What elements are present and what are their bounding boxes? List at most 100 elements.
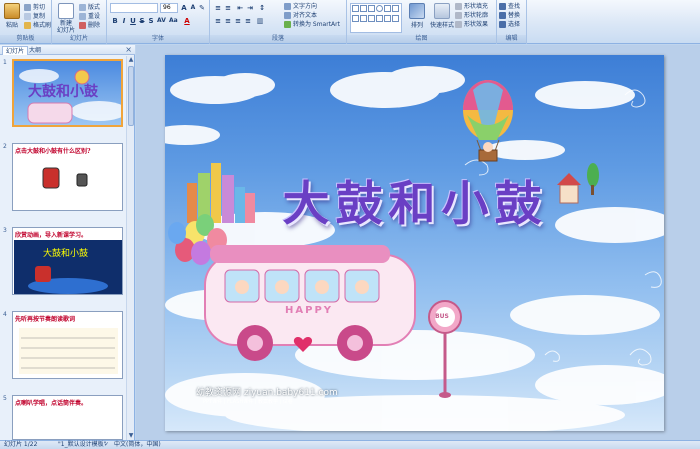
- arrow-shape-icon[interactable]: [368, 5, 375, 12]
- thumbnail-title: 欣赏动画，导入新课学习。: [15, 232, 88, 239]
- scroll-thumb[interactable]: [128, 66, 134, 126]
- clear-format-button[interactable]: ✎: [198, 4, 206, 12]
- underline-button[interactable]: U: [129, 17, 137, 25]
- columns-button[interactable]: ▥: [256, 17, 264, 25]
- slide-number: 1: [3, 59, 7, 66]
- brush-icon: [24, 22, 31, 29]
- format-painter-button[interactable]: 格式刷: [24, 21, 51, 30]
- slides-group-label: 幻灯片: [52, 35, 106, 43]
- close-icon[interactable]: ×: [125, 45, 132, 55]
- thumbnail-title: 大鼓和小鼓: [28, 84, 98, 100]
- slide-thumbnail[interactable]: 1 大鼓和小鼓: [1, 59, 127, 131]
- replace-button[interactable]: 替换: [499, 11, 520, 20]
- text-direction-button[interactable]: 文字方向: [284, 2, 317, 11]
- spacing-button[interactable]: AV: [157, 17, 166, 25]
- strikethrough-button[interactable]: S: [138, 17, 146, 25]
- decrease-indent-button[interactable]: ⇤: [236, 4, 244, 12]
- arrange-button[interactable]: 排列: [407, 3, 427, 29]
- shadow-button[interactable]: S: [147, 17, 155, 25]
- paste-button[interactable]: 粘贴: [2, 3, 22, 29]
- reset-icon: [79, 13, 86, 20]
- block-arrow-shape-icon[interactable]: [392, 15, 399, 22]
- watermark-subtext: PPT课件 | FLASH课件 | 教案教学 | 试卷: [203, 399, 293, 405]
- slide-editor: 大鼓和小鼓 HAPPY BUS 幼教资源网 ziyuan.baby611.com…: [136, 45, 700, 440]
- tab-slides[interactable]: 幻灯片: [2, 46, 29, 55]
- font-color-button[interactable]: A: [183, 17, 191, 25]
- status-bar: 幻灯片 1/22 "1_默认设计模板" ✓ 中文(简体，中国): [0, 440, 700, 449]
- binoculars-icon: [499, 3, 506, 10]
- paragraph-group: ≡ ≡ ⇤ ⇥ ↕ ≡ ≡ ≡ ≡ ▥ 文字方向 对齐文本 转换为 SmartA…: [210, 0, 347, 44]
- copy-button[interactable]: 复制: [24, 12, 45, 21]
- ribbon: 粘贴 剪切 复制 格式刷 剪贴板 新建 幻灯片 版式 重设 删除 幻灯片 96 …: [0, 0, 700, 44]
- textbox-shape-icon[interactable]: [368, 15, 375, 22]
- slide-title[interactable]: 大鼓和小鼓: [235, 165, 595, 234]
- increase-indent-button[interactable]: ⇥: [246, 4, 254, 12]
- paint-bucket-icon: [455, 3, 462, 10]
- star-shape-icon[interactable]: [392, 5, 399, 12]
- layout-button[interactable]: 版式: [79, 3, 100, 12]
- callout-shape-icon[interactable]: [352, 15, 359, 22]
- slide-thumbnail[interactable]: 2 点击大鼓和小鼓有什么区别?: [1, 143, 127, 215]
- smartart-button[interactable]: 转换为 SmartArt: [284, 20, 340, 29]
- font-group-label: 字体: [107, 35, 209, 43]
- bold-button[interactable]: B: [111, 17, 119, 25]
- oval-shape-icon[interactable]: [376, 5, 383, 12]
- font-group: 96 A A ✎ B I U S S AV Aa A 字体: [107, 0, 210, 44]
- bullets-button[interactable]: ≡: [214, 4, 222, 12]
- font-size-input[interactable]: 96: [160, 3, 178, 13]
- triangle-shape-icon[interactable]: [384, 5, 391, 12]
- editing-group-label: 编辑: [497, 35, 526, 43]
- slide-number: 2: [3, 143, 7, 150]
- reset-button[interactable]: 重设: [79, 12, 100, 21]
- replace-icon: [499, 12, 506, 19]
- numbering-button[interactable]: ≡: [224, 4, 232, 12]
- shape-outline-button[interactable]: 形状轮廓: [455, 11, 488, 20]
- panel-scrollbar[interactable]: ▲ ▼: [126, 56, 134, 440]
- text-direction-icon: [284, 3, 291, 10]
- line-spacing-button[interactable]: ↕: [258, 4, 266, 12]
- cloud-shape-icon[interactable]: [384, 15, 391, 22]
- new-slide-button[interactable]: 新建 幻灯片: [55, 3, 77, 34]
- scroll-down-icon[interactable]: ▼: [127, 432, 135, 440]
- justify-button[interactable]: ≡: [244, 17, 252, 25]
- align-text-button[interactable]: 对齐文本: [284, 11, 317, 20]
- quick-styles-button[interactable]: 快速样式: [429, 3, 455, 29]
- tab-outline[interactable]: 大纲: [26, 46, 44, 55]
- slide-thumbnail[interactable]: 4 先听再按节奏朗读歌词: [1, 311, 127, 383]
- shapes-gallery[interactable]: [350, 3, 402, 33]
- change-case-button[interactable]: Aa: [169, 17, 178, 25]
- bus-stop-label: BUS: [435, 313, 449, 320]
- theme-name: "1_默认设计模板": [58, 441, 107, 448]
- find-button[interactable]: 查找: [499, 2, 520, 11]
- quick-styles-icon: [434, 3, 450, 19]
- drawing-group-label: 绘图: [347, 35, 496, 43]
- align-center-button[interactable]: ≡: [224, 17, 232, 25]
- slide-thumbnail[interactable]: 3 欣赏动画，导入新课学习。 大鼓和小鼓: [1, 227, 127, 299]
- slide-canvas[interactable]: 大鼓和小鼓 HAPPY BUS 幼教资源网 ziyuan.baby611.com…: [165, 55, 664, 431]
- line-shape-icon[interactable]: [360, 5, 367, 12]
- delete-button[interactable]: 删除: [79, 21, 100, 30]
- heart-shape-icon[interactable]: [376, 15, 383, 22]
- shape-effects-button[interactable]: 形状效果: [455, 20, 488, 29]
- brace-shape-icon[interactable]: [360, 15, 367, 22]
- shrink-font-button[interactable]: A: [189, 4, 197, 12]
- delete-icon: [79, 22, 86, 29]
- language-indicator[interactable]: 中文(简体，中国): [114, 441, 161, 449]
- slide-count: 幻灯片 1/22: [4, 441, 38, 448]
- clipboard-group-label: 剪贴板: [0, 35, 51, 43]
- spell-check-icon[interactable]: ✓: [104, 441, 109, 449]
- thumbnail-title: 点击大鼓和小鼓有什么区别?: [15, 148, 91, 155]
- slides-panel: 幻灯片 大纲 × 1 大鼓和小鼓 2 点击大鼓和小鼓有什么区别? 3 欣赏动画，…: [0, 45, 135, 440]
- arrange-icon: [409, 3, 425, 19]
- grow-font-button[interactable]: A: [180, 4, 188, 12]
- slide-thumbnail[interactable]: 5 点喇叭学唱，点话筒伴奏。: [1, 395, 127, 440]
- scroll-up-icon[interactable]: ▲: [127, 56, 135, 64]
- align-left-button[interactable]: ≡: [214, 17, 222, 25]
- shape-fill-button[interactable]: 形状填充: [455, 2, 488, 11]
- cut-button[interactable]: 剪切: [24, 3, 45, 12]
- select-button[interactable]: 选择: [499, 20, 520, 29]
- rect-shape-icon[interactable]: [352, 5, 359, 12]
- font-name-input[interactable]: [110, 3, 158, 13]
- italic-button[interactable]: I: [120, 17, 128, 25]
- align-right-button[interactable]: ≡: [234, 17, 242, 25]
